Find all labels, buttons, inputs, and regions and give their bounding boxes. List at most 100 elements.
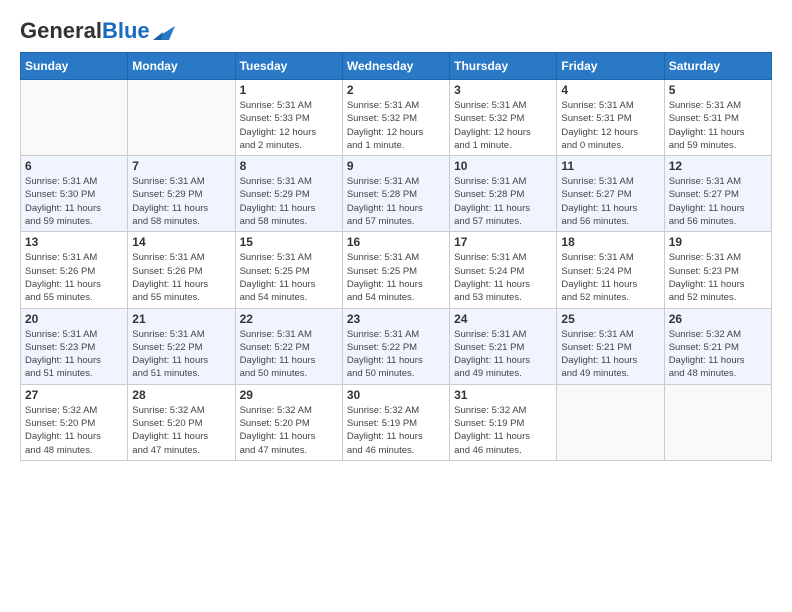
calendar-cell: 30 Sunrise: 5:32 AM Sunset: 5:19 PM Dayli… bbox=[342, 384, 449, 460]
day-info: Sunrise: 5:32 AM Sunset: 5:20 PM Dayligh… bbox=[25, 404, 123, 457]
calendar-cell: 27 Sunrise: 5:32 AM Sunset: 5:20 PM Dayli… bbox=[21, 384, 128, 460]
day-number: 22 bbox=[240, 312, 338, 326]
calendar-cell: 12Sunrise: 5:31 AM Sunset: 5:27 PM Dayli… bbox=[664, 156, 771, 232]
day-number: 3 bbox=[454, 83, 552, 97]
day-info: Sunrise: 5:31 AM Sunset: 5:29 PM Dayligh… bbox=[132, 175, 230, 228]
day-number: 23 bbox=[347, 312, 445, 326]
calendar-cell: 26 Sunrise: 5:32 AM Sunset: 5:21 PM Dayli… bbox=[664, 308, 771, 384]
day-info: Sunrise: 5:32 AM Sunset: 5:20 PM Dayligh… bbox=[132, 404, 230, 457]
day-number: 13 bbox=[25, 235, 123, 249]
day-number: 4 bbox=[561, 83, 659, 97]
day-info: Sunrise: 5:32 AM Sunset: 5:19 PM Dayligh… bbox=[454, 404, 552, 457]
calendar-cell: 24 Sunrise: 5:31 AM Sunset: 5:21 PM Dayli… bbox=[450, 308, 557, 384]
day-of-week-header: Tuesday bbox=[235, 53, 342, 80]
day-number: 2 bbox=[347, 83, 445, 97]
day-of-week-header: Saturday bbox=[664, 53, 771, 80]
day-info: Sunrise: 5:31 AM Sunset: 5:23 PM Dayligh… bbox=[25, 328, 123, 381]
calendar-cell: 15 Sunrise: 5:31 AM Sunset: 5:25 PM Dayli… bbox=[235, 232, 342, 308]
calendar-cell bbox=[21, 80, 128, 156]
day-info: Sunrise: 5:32 AM Sunset: 5:19 PM Dayligh… bbox=[347, 404, 445, 457]
calendar-cell: 28 Sunrise: 5:32 AM Sunset: 5:20 PM Dayli… bbox=[128, 384, 235, 460]
day-info: Sunrise: 5:31 AM Sunset: 5:22 PM Dayligh… bbox=[132, 328, 230, 381]
page-header: GeneralBlue bbox=[20, 20, 772, 42]
calendar-cell: 4 Sunrise: 5:31 AM Sunset: 5:31 PM Daylig… bbox=[557, 80, 664, 156]
calendar-cell: 19 Sunrise: 5:31 AM Sunset: 5:23 PM Dayli… bbox=[664, 232, 771, 308]
day-number: 19 bbox=[669, 235, 767, 249]
day-number: 24 bbox=[454, 312, 552, 326]
calendar-cell: 17 Sunrise: 5:31 AM Sunset: 5:24 PM Dayli… bbox=[450, 232, 557, 308]
day-number: 18 bbox=[561, 235, 659, 249]
logo: GeneralBlue bbox=[20, 20, 175, 42]
calendar-cell: 14Sunrise: 5:31 AM Sunset: 5:26 PM Dayli… bbox=[128, 232, 235, 308]
calendar-cell: 20 Sunrise: 5:31 AM Sunset: 5:23 PM Dayli… bbox=[21, 308, 128, 384]
day-info: Sunrise: 5:31 AM Sunset: 5:23 PM Dayligh… bbox=[669, 251, 767, 304]
calendar-cell: 3 Sunrise: 5:31 AM Sunset: 5:32 PM Daylig… bbox=[450, 80, 557, 156]
calendar-cell bbox=[664, 384, 771, 460]
day-info: Sunrise: 5:31 AM Sunset: 5:21 PM Dayligh… bbox=[454, 328, 552, 381]
calendar-cell: 6 Sunrise: 5:31 AM Sunset: 5:30 PM Daylig… bbox=[21, 156, 128, 232]
day-info: Sunrise: 5:31 AM Sunset: 5:32 PM Dayligh… bbox=[347, 99, 445, 152]
calendar-cell: 11Sunrise: 5:31 AM Sunset: 5:27 PM Dayli… bbox=[557, 156, 664, 232]
day-number: 17 bbox=[454, 235, 552, 249]
calendar-cell: 31Sunrise: 5:32 AM Sunset: 5:19 PM Dayli… bbox=[450, 384, 557, 460]
day-number: 6 bbox=[25, 159, 123, 173]
day-number: 16 bbox=[347, 235, 445, 249]
calendar-cell: 7Sunrise: 5:31 AM Sunset: 5:29 PM Daylig… bbox=[128, 156, 235, 232]
day-info: Sunrise: 5:31 AM Sunset: 5:21 PM Dayligh… bbox=[561, 328, 659, 381]
day-number: 27 bbox=[25, 388, 123, 402]
day-of-week-header: Sunday bbox=[21, 53, 128, 80]
day-of-week-header: Thursday bbox=[450, 53, 557, 80]
day-number: 8 bbox=[240, 159, 338, 173]
logo-bird-icon bbox=[153, 22, 175, 40]
day-info: Sunrise: 5:31 AM Sunset: 5:25 PM Dayligh… bbox=[347, 251, 445, 304]
calendar-cell: 5Sunrise: 5:31 AM Sunset: 5:31 PM Daylig… bbox=[664, 80, 771, 156]
day-info: Sunrise: 5:31 AM Sunset: 5:31 PM Dayligh… bbox=[561, 99, 659, 152]
calendar-cell: 29Sunrise: 5:32 AM Sunset: 5:20 PM Dayli… bbox=[235, 384, 342, 460]
calendar-week-row: 13 Sunrise: 5:31 AM Sunset: 5:26 PM Dayli… bbox=[21, 232, 772, 308]
day-info: Sunrise: 5:31 AM Sunset: 5:24 PM Dayligh… bbox=[454, 251, 552, 304]
day-number: 25 bbox=[561, 312, 659, 326]
day-info: Sunrise: 5:31 AM Sunset: 5:30 PM Dayligh… bbox=[25, 175, 123, 228]
day-number: 9 bbox=[347, 159, 445, 173]
day-info: Sunrise: 5:31 AM Sunset: 5:29 PM Dayligh… bbox=[240, 175, 338, 228]
day-number: 12 bbox=[669, 159, 767, 173]
calendar-cell: 13 Sunrise: 5:31 AM Sunset: 5:26 PM Dayli… bbox=[21, 232, 128, 308]
calendar-cell: 16 Sunrise: 5:31 AM Sunset: 5:25 PM Dayli… bbox=[342, 232, 449, 308]
calendar-header-row: SundayMondayTuesdayWednesdayThursdayFrid… bbox=[21, 53, 772, 80]
calendar-cell: 1 Sunrise: 5:31 AM Sunset: 5:33 PM Daylig… bbox=[235, 80, 342, 156]
day-number: 20 bbox=[25, 312, 123, 326]
calendar-cell: 10Sunrise: 5:31 AM Sunset: 5:28 PM Dayli… bbox=[450, 156, 557, 232]
calendar-cell: 21 Sunrise: 5:31 AM Sunset: 5:22 PM Dayli… bbox=[128, 308, 235, 384]
day-number: 10 bbox=[454, 159, 552, 173]
day-info: Sunrise: 5:31 AM Sunset: 5:26 PM Dayligh… bbox=[25, 251, 123, 304]
calendar-cell: 22 Sunrise: 5:31 AM Sunset: 5:22 PM Dayli… bbox=[235, 308, 342, 384]
day-number: 29 bbox=[240, 388, 338, 402]
calendar-week-row: 6 Sunrise: 5:31 AM Sunset: 5:30 PM Daylig… bbox=[21, 156, 772, 232]
day-info: Sunrise: 5:31 AM Sunset: 5:22 PM Dayligh… bbox=[240, 328, 338, 381]
day-number: 30 bbox=[347, 388, 445, 402]
calendar-cell: 2 Sunrise: 5:31 AM Sunset: 5:32 PM Daylig… bbox=[342, 80, 449, 156]
day-info: Sunrise: 5:31 AM Sunset: 5:25 PM Dayligh… bbox=[240, 251, 338, 304]
day-number: 26 bbox=[669, 312, 767, 326]
calendar-cell: 18 Sunrise: 5:31 AM Sunset: 5:24 PM Dayli… bbox=[557, 232, 664, 308]
calendar-week-row: 20 Sunrise: 5:31 AM Sunset: 5:23 PM Dayli… bbox=[21, 308, 772, 384]
day-of-week-header: Monday bbox=[128, 53, 235, 80]
calendar-cell: 23 Sunrise: 5:31 AM Sunset: 5:22 PM Dayli… bbox=[342, 308, 449, 384]
day-info: Sunrise: 5:31 AM Sunset: 5:32 PM Dayligh… bbox=[454, 99, 552, 152]
day-of-week-header: Wednesday bbox=[342, 53, 449, 80]
day-info: Sunrise: 5:32 AM Sunset: 5:21 PM Dayligh… bbox=[669, 328, 767, 381]
day-info: Sunrise: 5:31 AM Sunset: 5:33 PM Dayligh… bbox=[240, 99, 338, 152]
day-info: Sunrise: 5:31 AM Sunset: 5:28 PM Dayligh… bbox=[347, 175, 445, 228]
calendar-cell bbox=[128, 80, 235, 156]
day-info: Sunrise: 5:31 AM Sunset: 5:22 PM Dayligh… bbox=[347, 328, 445, 381]
day-number: 1 bbox=[240, 83, 338, 97]
logo-text: GeneralBlue bbox=[20, 20, 150, 42]
day-number: 21 bbox=[132, 312, 230, 326]
calendar-week-row: 27 Sunrise: 5:32 AM Sunset: 5:20 PM Dayli… bbox=[21, 384, 772, 460]
day-info: Sunrise: 5:31 AM Sunset: 5:24 PM Dayligh… bbox=[561, 251, 659, 304]
calendar-cell bbox=[557, 384, 664, 460]
day-number: 15 bbox=[240, 235, 338, 249]
calendar-cell: 9 Sunrise: 5:31 AM Sunset: 5:28 PM Daylig… bbox=[342, 156, 449, 232]
day-info: Sunrise: 5:31 AM Sunset: 5:26 PM Dayligh… bbox=[132, 251, 230, 304]
day-number: 28 bbox=[132, 388, 230, 402]
